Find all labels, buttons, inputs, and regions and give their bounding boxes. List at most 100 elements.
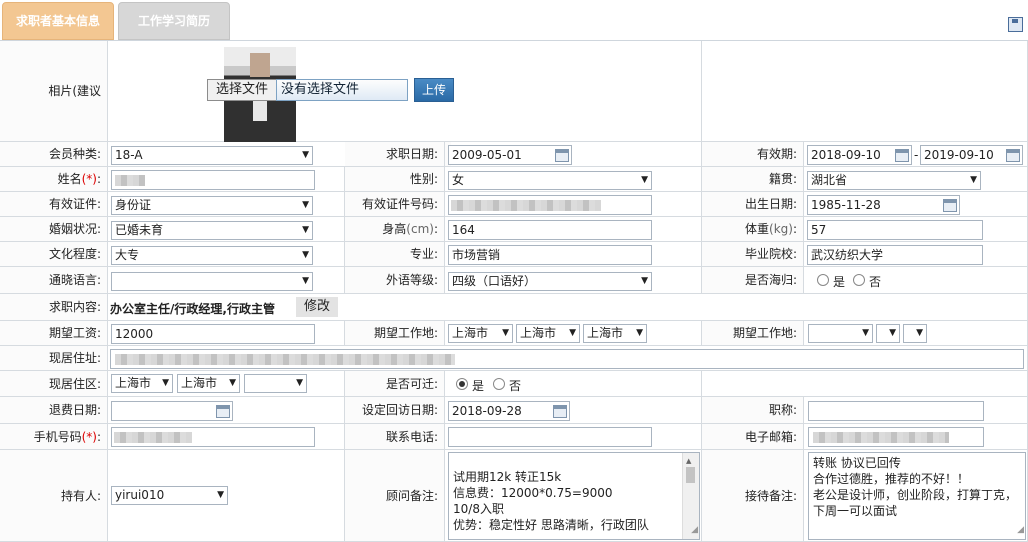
work-place-label-cell: 期望工作地: — [345, 321, 445, 346]
gender-cell: 女 ▼ — [445, 167, 702, 192]
weight-input[interactable]: 57 — [807, 220, 983, 240]
height-input[interactable]: 164 — [448, 220, 652, 240]
work-place-province-select[interactable]: 上海市 ▼ — [448, 324, 513, 343]
height-cell: 164 — [445, 217, 702, 242]
relocate-no-radio[interactable] — [493, 378, 505, 390]
valid-to-input[interactable]: 2019-09-10 — [920, 145, 1023, 165]
language-label: 通晓语言: — [48, 273, 101, 287]
work-place-province-value: 上海市 — [452, 326, 489, 340]
tab-work-history[interactable]: 工作学习简历 — [118, 2, 230, 40]
address-input[interactable] — [110, 349, 1024, 369]
title-label-cell: 职称: — [702, 397, 804, 424]
area-city-select[interactable]: 上海市 ▼ — [177, 374, 240, 393]
colon: : — [433, 222, 438, 236]
advisor-note-textarea[interactable]: 试用期12k 转正15k 信息费：12000*0.75=9000 10/8入职 … — [448, 452, 700, 540]
callback-date-cell: 2018-09-28 — [445, 397, 702, 424]
apply-date-value: 2009-05-01 — [452, 148, 522, 162]
callback-date-input[interactable]: 2018-09-28 — [448, 401, 570, 421]
email-cell — [804, 424, 1028, 450]
work-place-city-value: 上海市 — [520, 326, 557, 340]
native-label: 籍贯: — [768, 172, 797, 186]
resize-grip-icon[interactable]: ◢ — [1017, 522, 1024, 538]
overseas-yes-radio[interactable] — [817, 274, 829, 286]
work-place-city-select[interactable]: 上海市 ▼ — [516, 324, 580, 343]
calendar-icon[interactable] — [553, 405, 567, 418]
upload-button[interactable]: 上传 — [414, 78, 454, 102]
birth-input[interactable]: 1985-11-28 — [807, 195, 960, 215]
overseas-label: 是否海归: — [744, 273, 797, 287]
chevron-down-icon: ▼ — [641, 276, 648, 286]
overseas-no-radio[interactable] — [853, 274, 865, 286]
callback-date-label-cell: 设定回访日期: — [345, 397, 445, 424]
address-cell — [108, 346, 1028, 371]
chevron-down-icon: ▼ — [916, 328, 923, 338]
language-select[interactable]: ▼ — [111, 272, 313, 291]
id-type-select[interactable]: 身份证 ▼ — [111, 196, 313, 215]
name-input[interactable] — [111, 170, 315, 190]
title-input[interactable] — [808, 401, 984, 421]
gender-select[interactable]: 女 ▼ — [448, 171, 652, 190]
major-input[interactable]: 市场营销 — [448, 245, 652, 265]
member-type-select[interactable]: 18-A ▼ — [111, 146, 313, 165]
job-content-label: 求职内容: — [48, 300, 101, 314]
name-label-cell: 姓名(*): — [0, 167, 108, 192]
work-place2-district-select[interactable]: ▼ — [903, 324, 927, 343]
reception-note-label: 接待备注: — [744, 489, 797, 503]
id-type-cell: 身份证 ▼ — [108, 192, 345, 217]
refund-date-input[interactable] — [111, 401, 233, 421]
phone-input[interactable] — [448, 427, 652, 447]
choose-file-button[interactable]: 选择文件 — [207, 79, 277, 101]
area-district-select[interactable]: ▼ — [244, 374, 307, 393]
calendar-icon[interactable] — [1006, 149, 1020, 162]
reception-note-textarea[interactable]: 转账 协议已回传 合作过德胜，推荐的不好！！ 老公是设计师，创业阶段，打算丁克，… — [808, 452, 1026, 540]
valid-from-input[interactable]: 2018-09-10 — [807, 145, 912, 165]
education-select[interactable]: 大专 ▼ — [111, 246, 313, 265]
weight-cell: 57 — [804, 217, 1028, 242]
foreign-level-select[interactable]: 四级（口语好） ▼ — [448, 272, 652, 291]
work-place2-province-select[interactable]: ▼ — [808, 324, 873, 343]
marital-cell: 已婚未育 ▼ — [108, 217, 345, 242]
height-value: 164 — [452, 223, 475, 237]
resize-grip-icon[interactable]: ◢ — [691, 522, 698, 538]
relocate-yes-radio[interactable] — [456, 378, 468, 390]
tab-basic-info[interactable]: 求职者基本信息 — [2, 2, 114, 40]
calendar-icon[interactable] — [555, 149, 569, 162]
save-icon[interactable] — [1008, 17, 1023, 32]
owner-select[interactable]: yirui010 ▼ — [111, 486, 228, 505]
foreign-level-label: 外语等级: — [385, 273, 438, 287]
apply-date-input[interactable]: 2009-05-01 — [448, 145, 572, 165]
birth-label: 出生日期: — [744, 197, 797, 211]
owner-label: 持有人: — [60, 489, 101, 503]
callback-date-value: 2018-09-28 — [452, 404, 522, 418]
chevron-down-icon: ▼ — [302, 250, 309, 260]
marital-select[interactable]: 已婚未育 ▼ — [111, 221, 313, 240]
work-place2-label-cell: 期望工作地: — [702, 321, 804, 346]
foreign-level-cell: 四级（口语好） ▼ — [445, 267, 702, 294]
salary-input[interactable]: 12000 — [111, 324, 315, 344]
height-label-cell: 身高(cm): — [345, 217, 445, 242]
calendar-icon[interactable] — [895, 149, 909, 162]
id-number-input[interactable] — [448, 195, 652, 215]
school-label: 毕业院校: — [744, 247, 797, 261]
edit-job-content-button[interactable]: 修改 — [296, 297, 338, 317]
area-province-select[interactable]: 上海市 ▼ — [111, 374, 173, 393]
salary-value: 12000 — [115, 327, 154, 341]
school-input[interactable]: 武汉纺织大学 — [807, 245, 983, 265]
salary-label-cell: 期望工资: — [0, 321, 108, 346]
chevron-down-icon: ▼ — [217, 490, 224, 500]
mobile-input[interactable] — [111, 427, 315, 447]
calendar-icon[interactable] — [943, 199, 957, 212]
email-input[interactable] — [808, 427, 984, 447]
work-place2-city-select[interactable]: ▼ — [876, 324, 900, 343]
phone-label: 联系电话: — [385, 430, 438, 444]
area-city-value: 上海市 — [181, 376, 218, 390]
native-select[interactable]: 湖北省 ▼ — [807, 171, 981, 190]
redacted-address — [115, 354, 455, 365]
work-place2-cell: ▼ ▼ ▼ — [804, 321, 1028, 346]
calendar-icon[interactable] — [216, 405, 230, 418]
work-place-district-select[interactable]: 上海市 ▼ — [583, 324, 647, 343]
job-content-value: 办公室主任/行政经理,行政主管 — [110, 302, 275, 316]
weight-value: 57 — [811, 223, 827, 237]
education-label-cell: 文化程度: — [0, 242, 108, 267]
gender-value: 女 — [452, 173, 465, 187]
